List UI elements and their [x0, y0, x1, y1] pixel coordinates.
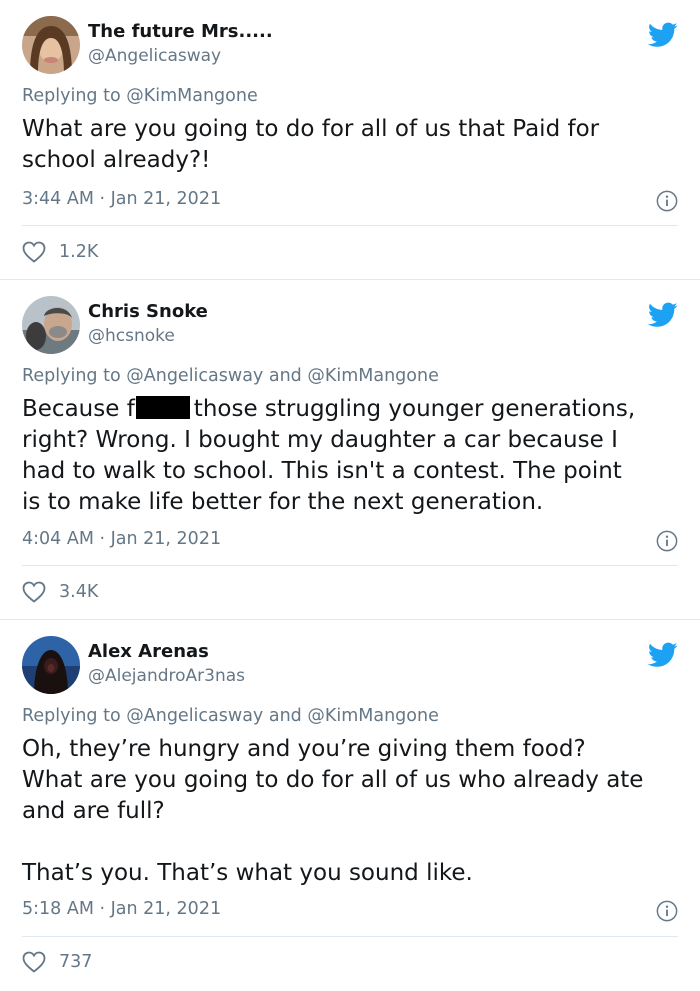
- redaction-block: [135, 396, 190, 419]
- display-name[interactable]: The future Mrs.....: [88, 21, 273, 42]
- tweet-text: Because f those struggling younger genera…: [22, 394, 682, 518]
- user-handle[interactable]: @hcsnoke: [88, 326, 175, 346]
- tweet-text-line: had to walk to school. This isn't a cont…: [22, 458, 622, 484]
- divider: [22, 565, 678, 566]
- twitter-bird-icon[interactable]: [648, 642, 678, 668]
- timestamp[interactable]: 5:18 AM · Jan 21, 2021: [22, 899, 221, 919]
- mention-link[interactable]: @Angelicasway: [126, 706, 263, 726]
- display-name[interactable]: Alex Arenas: [88, 641, 209, 662]
- heart-icon: [22, 581, 46, 603]
- like-count: 3.4K: [59, 582, 99, 602]
- user-handle[interactable]: @Angelicasway: [88, 46, 221, 66]
- like-button[interactable]: 737: [22, 951, 92, 973]
- mention-link[interactable]: @KimMangone: [307, 706, 438, 726]
- replying-joiner: and: [268, 366, 302, 386]
- tweet-card[interactable]: Chris Snoke @hcsnoke Replying to @Angeli…: [0, 280, 700, 620]
- avatar-photo-hooded-icon: [22, 636, 80, 694]
- tweet-text-line: is to make life better for the next gene…: [22, 489, 544, 515]
- tweet-text-line: What are you going to do for all of us t…: [22, 116, 600, 142]
- tweet-text-line: That’s you. That’s what you sound like.: [22, 860, 473, 886]
- timestamp[interactable]: 3:44 AM · Jan 21, 2021: [22, 189, 221, 209]
- like-count: 1.2K: [59, 242, 99, 262]
- user-handle[interactable]: @AlejandroAr3nas: [88, 666, 245, 686]
- tweet-text-segment: Because f: [22, 396, 135, 422]
- like-count: 737: [59, 952, 93, 972]
- tweet-text-line: What are you going to do for all of us w…: [22, 767, 644, 793]
- avatar[interactable]: [22, 636, 80, 694]
- tweet-card[interactable]: The future Mrs..... @Angelicasway Replyi…: [0, 0, 700, 280]
- avatar-photo-woman-icon: [22, 16, 80, 74]
- divider: [22, 225, 678, 226]
- avatar[interactable]: [22, 16, 80, 74]
- replying-to: Replying to @Angelicasway and @KimMangon…: [22, 366, 439, 386]
- twitter-bird-icon[interactable]: [648, 22, 678, 48]
- tweet-card[interactable]: Alex Arenas @AlejandroAr3nas Replying to…: [0, 620, 700, 991]
- mention-link[interactable]: @KimMangone: [307, 366, 438, 386]
- replying-joiner: and: [268, 706, 302, 726]
- avatar[interactable]: [22, 296, 80, 354]
- info-icon[interactable]: [656, 530, 678, 552]
- heart-icon: [22, 241, 46, 263]
- info-icon[interactable]: [656, 190, 678, 212]
- mention-link[interactable]: @Angelicasway: [126, 366, 263, 386]
- info-icon[interactable]: [656, 900, 678, 922]
- heart-icon: [22, 951, 46, 973]
- tweet-text-line: Oh, they’re hungry and you’re giving the…: [22, 736, 586, 762]
- tweet-text-segment: those struggling younger generations,: [193, 396, 636, 422]
- display-name[interactable]: Chris Snoke: [88, 301, 208, 322]
- mention-link[interactable]: @KimMangone: [126, 86, 257, 106]
- replying-to: Replying to @KimMangone: [22, 86, 258, 106]
- avatar-photo-man-icon: [22, 296, 80, 354]
- tweet-text-line: and are full?: [22, 798, 165, 824]
- timestamp[interactable]: 4:04 AM · Jan 21, 2021: [22, 529, 221, 549]
- like-button[interactable]: 3.4K: [22, 581, 98, 603]
- tweet-text: Oh, they’re hungry and you’re giving the…: [22, 734, 682, 889]
- twitter-bird-icon[interactable]: [648, 302, 678, 328]
- like-button[interactable]: 1.2K: [22, 241, 98, 263]
- tweet-text-line: school already?!: [22, 147, 211, 173]
- tweet-text-line: right? Wrong. I bought my daughter a car…: [22, 427, 618, 453]
- replying-to: Replying to @Angelicasway and @KimMangon…: [22, 706, 439, 726]
- replying-prefix: Replying to: [22, 366, 121, 386]
- tweet-text: What are you going to do for all of us t…: [22, 114, 682, 176]
- divider: [22, 936, 678, 937]
- replying-prefix: Replying to: [22, 86, 121, 106]
- replying-prefix: Replying to: [22, 706, 121, 726]
